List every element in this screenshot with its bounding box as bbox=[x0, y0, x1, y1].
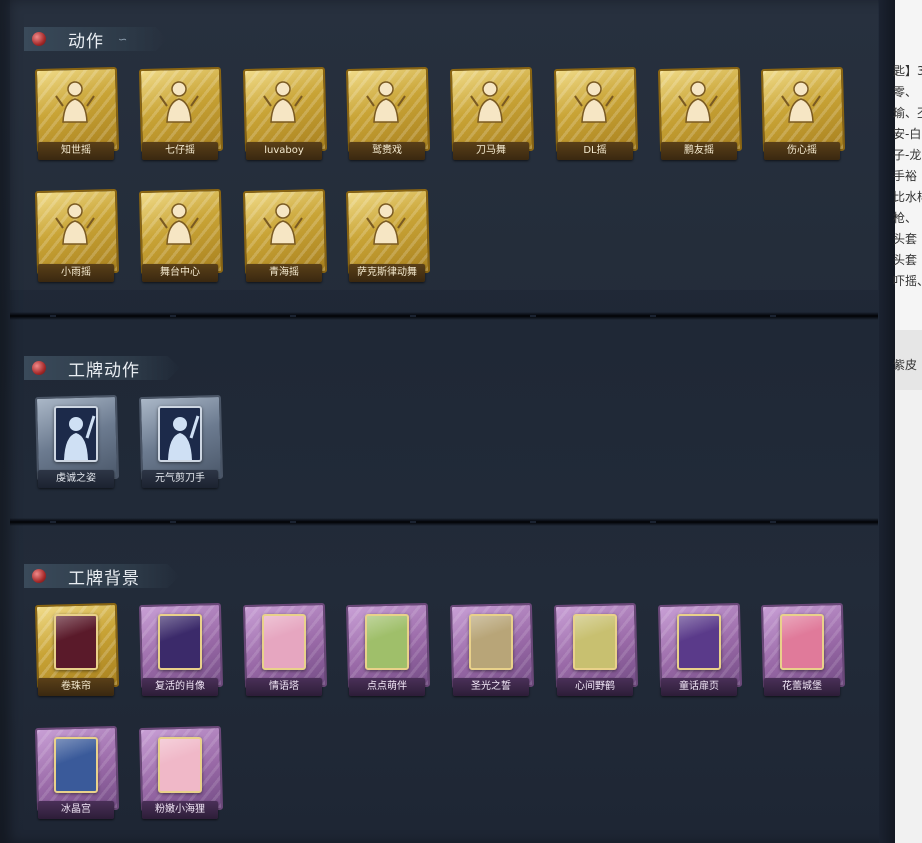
pose-figure-icon bbox=[158, 80, 200, 124]
item-label: 知世摇 bbox=[38, 142, 114, 160]
item-label: 小雨摇 bbox=[38, 264, 114, 282]
collection-item[interactable]: 复活的肖像 bbox=[138, 602, 224, 700]
collection-item[interactable]: 虔诚之姿 bbox=[34, 394, 120, 492]
collection-item[interactable]: 心间野鹤 bbox=[553, 602, 639, 700]
pose-figure-icon bbox=[469, 80, 511, 124]
collection-item[interactable]: 知世摇 bbox=[34, 66, 120, 164]
collection-item[interactable]: 小雨摇 bbox=[34, 188, 120, 286]
side-text-line: 吓摇、 bbox=[893, 274, 922, 288]
collection-item[interactable]: DL摇 bbox=[553, 66, 639, 164]
section-title: 动作 bbox=[68, 31, 104, 52]
side-text-line: 安-白 bbox=[893, 127, 922, 141]
card-background-icon bbox=[54, 737, 98, 793]
section-divider bbox=[10, 312, 878, 320]
card-background-icon bbox=[573, 614, 617, 670]
item-label: 粉嫩小海狸 bbox=[142, 801, 218, 819]
badge-silhouette-icon bbox=[158, 406, 202, 462]
pin-icon bbox=[32, 569, 46, 583]
collection-item[interactable]: 伤心摇 bbox=[760, 66, 846, 164]
collection-item[interactable]: 卷珠帘 bbox=[34, 602, 120, 700]
collection-item[interactable]: 点点萌伴 bbox=[345, 602, 431, 700]
side-text-line: 手裕 bbox=[893, 169, 918, 183]
card-background-icon bbox=[158, 737, 202, 793]
item-label: 卷珠帘 bbox=[38, 678, 114, 696]
pose-figure-icon bbox=[262, 202, 304, 246]
item-label: 圣光之誓 bbox=[453, 678, 529, 696]
pin-icon bbox=[32, 32, 46, 46]
item-label: luvaboy bbox=[246, 142, 322, 160]
section-header-badge-backgrounds: 工牌背景 bbox=[24, 564, 180, 588]
pose-figure-icon bbox=[365, 80, 407, 124]
card-background-icon bbox=[54, 614, 98, 670]
collection-item[interactable]: 萨克斯律动舞 bbox=[345, 188, 431, 286]
pose-figure-icon bbox=[573, 80, 615, 124]
collection-item[interactable]: 七仔摇 bbox=[138, 66, 224, 164]
side-text-line: 瑜、丕 bbox=[893, 106, 922, 120]
item-label: 伤心摇 bbox=[764, 142, 840, 160]
item-label: 心间野鹤 bbox=[557, 678, 633, 696]
collection-item[interactable]: luvaboy bbox=[242, 66, 328, 164]
item-label: 鹫赉戏 bbox=[349, 142, 425, 160]
collection-item[interactable]: 圣光之誓 bbox=[449, 602, 535, 700]
item-label: 七仔摇 bbox=[142, 142, 218, 160]
card-background-icon bbox=[262, 614, 306, 670]
side-text-line: 枪、 bbox=[893, 211, 918, 225]
item-label: 虔诚之姿 bbox=[38, 470, 114, 488]
section-header-badge-actions: 工牌动作 bbox=[24, 356, 180, 380]
item-label: 复活的肖像 bbox=[142, 678, 218, 696]
item-label: 元气剪刀手 bbox=[142, 470, 218, 488]
badge-silhouette-icon bbox=[54, 406, 98, 462]
section-divider bbox=[10, 518, 878, 526]
side-text-panel: 匙】3零、瑜、丕安-白子-龙手裕比水样枪、头套头套吓摇、紫皮 bbox=[893, 0, 922, 843]
item-label: 刀马舞 bbox=[453, 142, 529, 160]
item-label: 萨克斯律动舞 bbox=[349, 264, 425, 282]
pose-figure-icon bbox=[158, 202, 200, 246]
card-background-icon bbox=[365, 614, 409, 670]
side-text-line: 比水样 bbox=[893, 190, 922, 204]
section-header-actions: 动作 ∽ bbox=[24, 27, 168, 52]
side-text-line: 头套 bbox=[893, 253, 918, 267]
item-label: 舞台中心 bbox=[142, 264, 218, 282]
pose-figure-icon bbox=[262, 80, 304, 124]
collection-item[interactable]: 元气剪刀手 bbox=[138, 394, 224, 492]
collection-item[interactable]: 鹫赉戏 bbox=[345, 66, 431, 164]
pose-figure-icon bbox=[54, 80, 96, 124]
collection-item[interactable]: 刀马舞 bbox=[449, 66, 535, 164]
item-label: 点点萌伴 bbox=[349, 678, 425, 696]
item-label: DL摇 bbox=[557, 142, 633, 160]
collection-item[interactable]: 舞台中心 bbox=[138, 188, 224, 286]
collection-item[interactable]: 童话扉页 bbox=[657, 602, 743, 700]
side-text-line: 头套 bbox=[893, 232, 918, 246]
item-label: 童话扉页 bbox=[661, 678, 737, 696]
pin-icon bbox=[32, 361, 46, 375]
collection-item[interactable]: 鹏友摇 bbox=[657, 66, 743, 164]
item-label: 青海摇 bbox=[246, 264, 322, 282]
item-label: 冰晶宫 bbox=[38, 801, 114, 819]
side-text-line: 零、 bbox=[893, 85, 918, 99]
collection-item[interactable]: 青海摇 bbox=[242, 188, 328, 286]
collection-item[interactable]: 花蕾城堡 bbox=[760, 602, 846, 700]
item-label: 鹏友摇 bbox=[661, 142, 737, 160]
card-background-icon bbox=[469, 614, 513, 670]
section-title: 工牌背景 bbox=[68, 568, 140, 589]
collection-item[interactable]: 粉嫩小海狸 bbox=[138, 725, 224, 823]
swirl-ornament-icon: ∽ bbox=[118, 32, 128, 46]
section-title: 工牌动作 bbox=[68, 360, 140, 381]
pose-figure-icon bbox=[780, 80, 822, 124]
collection-item[interactable]: 冰晶宫 bbox=[34, 725, 120, 823]
card-background-icon bbox=[780, 614, 824, 670]
card-background-icon bbox=[677, 614, 721, 670]
side-text-line: 紫皮 bbox=[893, 358, 918, 372]
pose-figure-icon bbox=[365, 202, 407, 246]
side-text-line: 匙】3 bbox=[893, 64, 922, 78]
side-text-line: 子-龙 bbox=[893, 148, 922, 162]
item-label: 花蕾城堡 bbox=[764, 678, 840, 696]
card-background-icon bbox=[158, 614, 202, 670]
pose-figure-icon bbox=[677, 80, 719, 124]
item-label: 情语塔 bbox=[246, 678, 322, 696]
collection-panel: 动作 ∽ 工牌动作 工牌背景 知世摇 七仔摇 luvaboy 鹫赉戏 刀马舞 DL摇 鹏友摇… bbox=[0, 0, 895, 843]
pose-figure-icon bbox=[54, 202, 96, 246]
collection-item[interactable]: 情语塔 bbox=[242, 602, 328, 700]
